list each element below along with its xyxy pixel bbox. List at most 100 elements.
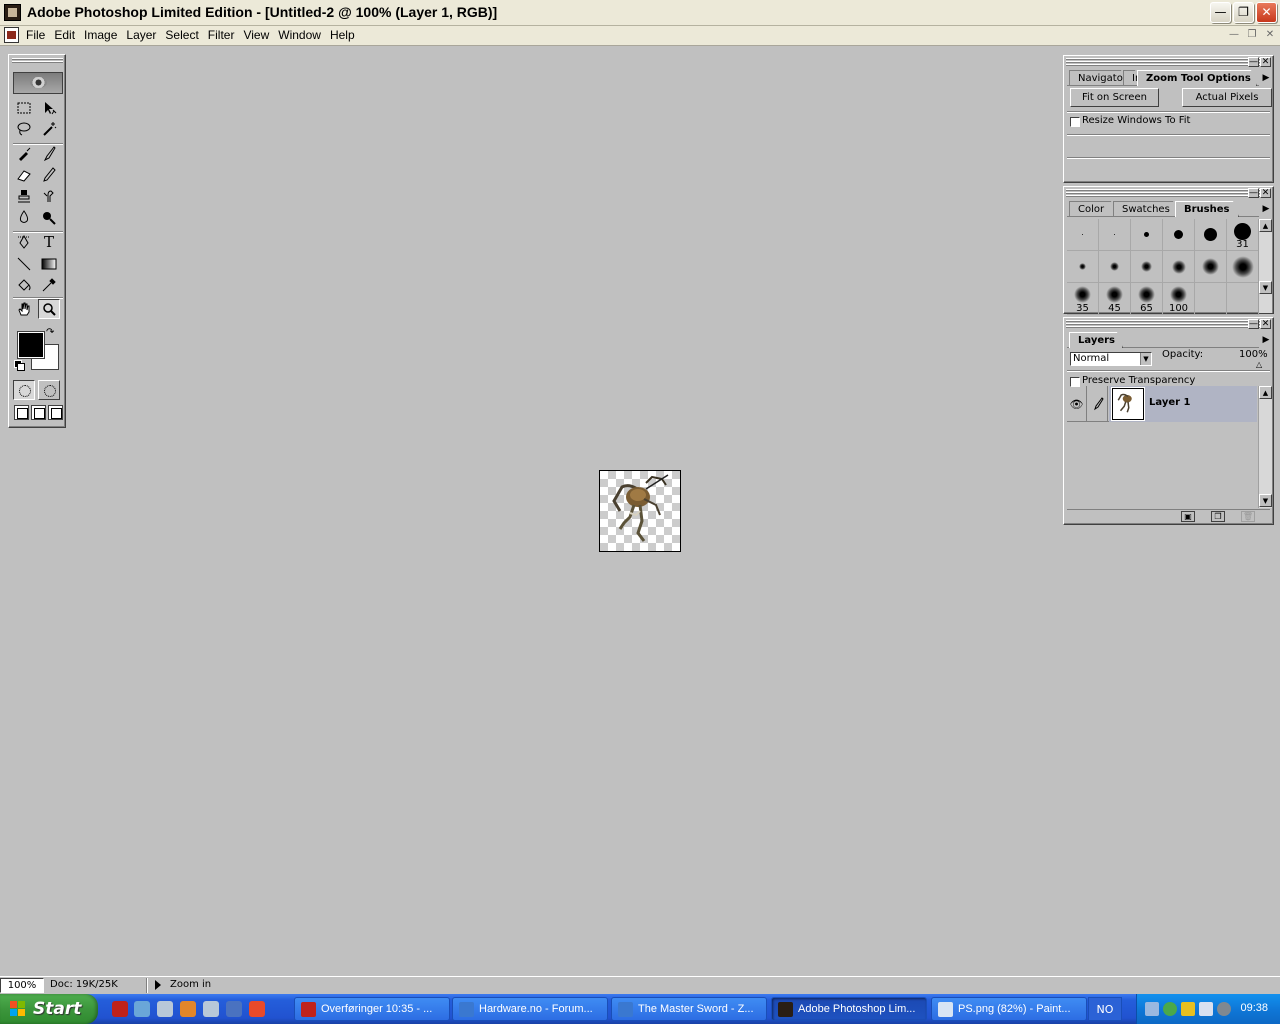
tab-swatches[interactable]: Swatches (1113, 201, 1179, 217)
desktop-icon[interactable] (226, 1001, 242, 1017)
image-canvas[interactable] (599, 470, 681, 552)
paintbrush-icon[interactable] (1088, 386, 1108, 422)
brush-preset[interactable] (1163, 219, 1195, 251)
dodge-icon[interactable] (38, 207, 60, 227)
tab-zoom-tool-options[interactable]: Zoom Tool Options (1137, 70, 1257, 86)
brush-preset[interactable]: 31 (1227, 219, 1259, 251)
adobe-eye-icon[interactable] (13, 72, 63, 94)
brush-preset[interactable] (1195, 283, 1227, 315)
airbrush-icon[interactable] (13, 144, 35, 164)
eyedropper-icon[interactable] (38, 275, 60, 295)
mail-icon[interactable] (1199, 1002, 1213, 1016)
full-screen-button[interactable] (48, 405, 63, 420)
palette-menu-arrow-icon[interactable]: ▶ (1260, 71, 1272, 85)
trash-icon[interactable]: 🗑 (1241, 511, 1255, 522)
fit-on-screen-button[interactable]: Fit on Screen (1070, 88, 1159, 107)
palette-drag-handle[interactable] (1066, 189, 1271, 197)
brush-preset[interactable]: 100 (1163, 283, 1195, 315)
zoom-level-field[interactable]: 100% (0, 978, 44, 993)
photoshop-app-icon[interactable] (4, 4, 21, 21)
marquee-icon[interactable] (13, 98, 35, 118)
menu-image[interactable]: Image (84, 28, 122, 42)
swap-colors-icon[interactable]: ↷ (46, 327, 54, 338)
toolbox-drag-handle[interactable] (12, 58, 63, 64)
start-button[interactable]: Start (0, 994, 98, 1024)
standard-mode-button[interactable] (13, 380, 35, 400)
blur-icon[interactable] (13, 207, 35, 227)
scroll-down-button[interactable]: ▼ (1259, 494, 1272, 507)
menu-layer[interactable]: Layer (126, 28, 161, 42)
quicklaunch-app-icon[interactable] (157, 1001, 173, 1017)
menu-file[interactable]: File (26, 28, 50, 42)
eye-icon[interactable]: 👁 (1067, 386, 1087, 422)
palette-close-button[interactable]: ✕ (1260, 188, 1271, 198)
layer-selected[interactable]: Layer 1 (1109, 386, 1257, 422)
resize-windows-checkbox[interactable] (1070, 117, 1080, 127)
brush-preset[interactable] (1163, 251, 1195, 283)
taskbar-task-button[interactable]: The Master Sword - Z... (611, 997, 767, 1021)
brush-preset[interactable] (1131, 251, 1163, 283)
pencil-icon[interactable] (38, 165, 60, 185)
blend-mode-select[interactable]: Normal ▼ (1070, 352, 1152, 366)
layer-row[interactable]: 👁 Layer 1 (1067, 386, 1257, 422)
utorrent-icon[interactable] (1163, 1002, 1177, 1016)
brush-preset[interactable] (1099, 219, 1131, 251)
brush-preset[interactable] (1195, 251, 1227, 283)
tab-brushes[interactable]: Brushes (1175, 201, 1239, 217)
menu-select[interactable]: Select (165, 28, 203, 42)
brush-preset[interactable] (1131, 219, 1163, 251)
brush-preset[interactable] (1067, 251, 1099, 283)
layers-scrollbar[interactable]: ▲ ▼ (1258, 386, 1272, 508)
menu-filter[interactable]: Filter (208, 28, 240, 42)
palette-minimize-button[interactable]: — (1248, 319, 1259, 329)
opacity-slider-icon[interactable]: △ (1256, 360, 1262, 369)
messenger-icon[interactable] (134, 1001, 150, 1017)
type-icon[interactable]: T (38, 232, 60, 252)
palette-menu-arrow-icon[interactable]: ▶ (1260, 333, 1272, 347)
magic-wand-icon[interactable] (38, 119, 60, 139)
quick-mask-mode-button[interactable] (38, 380, 60, 400)
smudge-icon[interactable] (38, 186, 60, 206)
brush-preset[interactable]: 35 (1067, 283, 1099, 315)
palette-drag-handle[interactable] (1066, 320, 1271, 328)
menu-help[interactable]: Help (330, 28, 360, 42)
taskbar-task-button[interactable]: Adobe Photoshop Lim... (771, 997, 927, 1021)
tab-navigator[interactable]: Navigator (1069, 70, 1127, 86)
network-icon[interactable] (1145, 1002, 1159, 1016)
brush-preset[interactable]: 45 (1099, 283, 1131, 315)
line-icon[interactable] (13, 254, 35, 274)
add-layer-mask-icon[interactable]: ▣ (1181, 511, 1195, 522)
restore-button[interactable]: ❐ (1233, 2, 1254, 23)
full-screen-menu-button[interactable] (31, 405, 46, 420)
doc-close-button[interactable]: ✕ (1262, 27, 1278, 43)
actual-pixels-button[interactable]: Actual Pixels (1182, 88, 1272, 107)
eraser-icon[interactable] (13, 165, 35, 185)
standard-screen-button[interactable] (14, 405, 29, 420)
default-colors-icon[interactable] (14, 360, 25, 371)
palette-menu-arrow-icon[interactable]: ▶ (1260, 202, 1272, 216)
zoom-icon[interactable] (38, 299, 60, 319)
opacity-value[interactable]: 100% (1239, 349, 1268, 360)
new-layer-icon[interactable]: ❐ (1211, 511, 1225, 522)
taskbar-task-button[interactable]: PS.png (82%) - Paint... (931, 997, 1087, 1021)
palette-drag-handle[interactable] (1066, 58, 1271, 66)
scroll-down-button[interactable]: ▼ (1259, 281, 1272, 294)
palette-close-button[interactable]: ✕ (1260, 57, 1271, 67)
language-indicator[interactable]: NO (1088, 997, 1122, 1021)
security-icon[interactable] (1181, 1002, 1195, 1016)
menu-edit[interactable]: Edit (54, 28, 80, 42)
brush-preset[interactable] (1227, 283, 1259, 315)
rubber-stamp-icon[interactable] (13, 186, 35, 206)
lasso-icon[interactable] (13, 119, 35, 139)
brush-preset[interactable]: 65 (1131, 283, 1163, 315)
doc-restore-button[interactable]: ❐ (1244, 27, 1260, 43)
palette-minimize-button[interactable]: — (1248, 57, 1259, 67)
media-player-icon[interactable] (180, 1001, 196, 1017)
document-icon[interactable] (4, 27, 19, 43)
scroll-up-button[interactable]: ▲ (1259, 386, 1272, 399)
gradient-icon[interactable] (38, 254, 60, 274)
paint-bucket-icon[interactable] (13, 275, 35, 295)
palette-close-button[interactable]: ✕ (1260, 319, 1271, 329)
quicklaunch-app-icon[interactable] (249, 1001, 265, 1017)
menu-window[interactable]: Window (278, 28, 326, 42)
